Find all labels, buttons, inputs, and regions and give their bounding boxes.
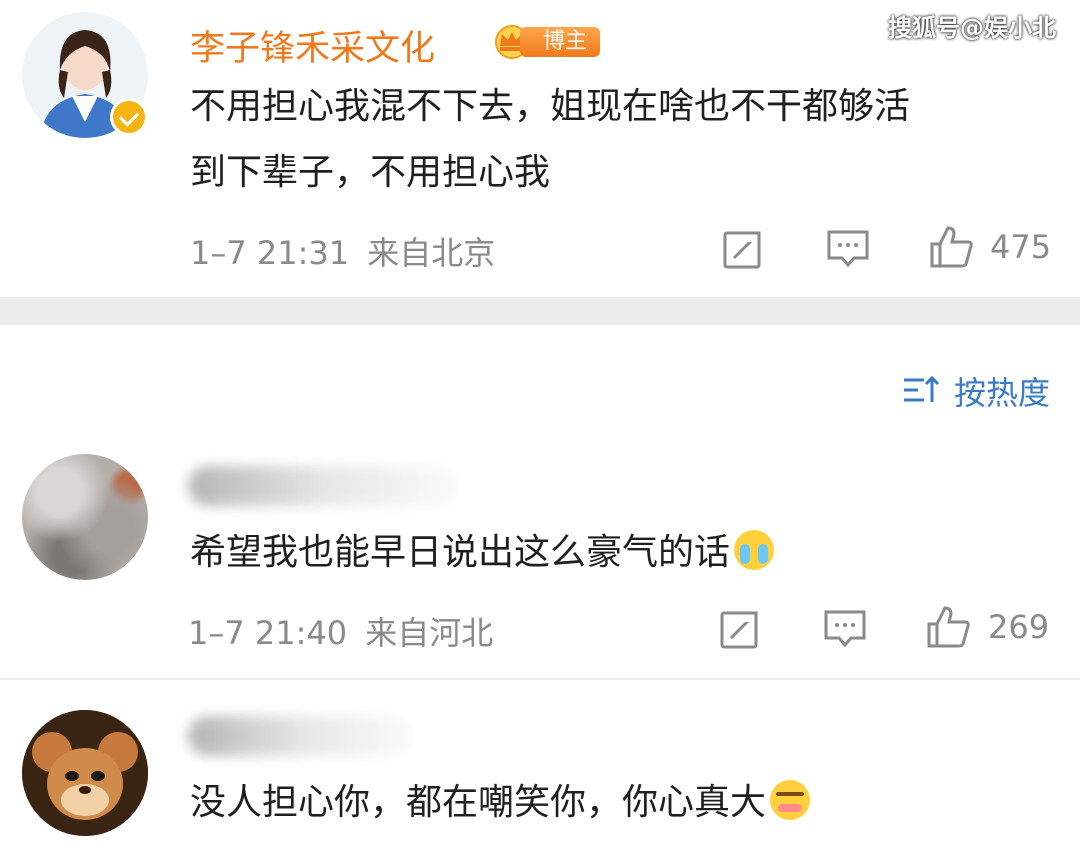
crying-face-emoji bbox=[734, 530, 775, 570]
post-content-line: 不用担心我混不下去，姐现在啥也不干都够活 bbox=[190, 86, 911, 127]
post-username[interactable]: 李子锋禾采文化 bbox=[190, 20, 435, 71]
post-meta: 1–7 21:31 来自北京 bbox=[190, 228, 495, 274]
post-time: 1–7 21:31 bbox=[190, 234, 350, 272]
watermark: 搜狐号@娱小北 bbox=[888, 14, 1056, 42]
badge-label: 博主 bbox=[520, 27, 600, 57]
sort-icon bbox=[904, 375, 940, 402]
verified-badge-icon bbox=[110, 98, 148, 136]
comment-time: 1–7 21:40 bbox=[188, 614, 348, 652]
post-location: 来自北京 bbox=[367, 234, 496, 272]
post-like-count: 475 bbox=[990, 228, 1052, 266]
comment-username-blurred bbox=[188, 716, 413, 756]
comment-username-blurred bbox=[188, 466, 458, 506]
comment-text-content: 希望我也能早日说出这么豪气的话 bbox=[190, 532, 731, 573]
repost-icon[interactable] bbox=[719, 608, 761, 650]
comment-avatar[interactable] bbox=[22, 710, 148, 836]
comment-text-content: 没人担心你，都在嘲笑你，你心真大 bbox=[190, 782, 767, 823]
like-icon[interactable] bbox=[925, 604, 971, 650]
comment-avatar[interactable] bbox=[22, 454, 148, 580]
comment-meta: 1–7 21:40 来自河北 bbox=[188, 608, 493, 654]
comment-icon[interactable] bbox=[826, 228, 870, 270]
comment-like-count: 269 bbox=[988, 608, 1050, 646]
comment-icon[interactable] bbox=[823, 608, 867, 650]
comment-text: 没人担心你，都在嘲笑你，你心真大 bbox=[190, 770, 811, 836]
sort-label: 按热度 bbox=[954, 374, 1051, 412]
repost-icon[interactable] bbox=[722, 228, 764, 270]
shy-face-emoji bbox=[770, 780, 811, 820]
blogger-badge: 博主 bbox=[490, 22, 600, 60]
section-divider bbox=[0, 297, 1080, 325]
post-content-line: 到下辈子，不用担心我 bbox=[190, 152, 551, 193]
comment-text: 希望我也能早日说出这么豪气的话 bbox=[190, 520, 775, 586]
post-content: 不用担心我混不下去，姐现在啥也不干都够活 到下辈子，不用担心我 bbox=[190, 74, 910, 206]
comment-divider bbox=[0, 678, 1080, 680]
sort-by-hot-button[interactable]: 按热度 bbox=[902, 368, 1062, 412]
comment-location: 来自河北 bbox=[365, 614, 494, 652]
like-icon[interactable] bbox=[928, 224, 974, 270]
